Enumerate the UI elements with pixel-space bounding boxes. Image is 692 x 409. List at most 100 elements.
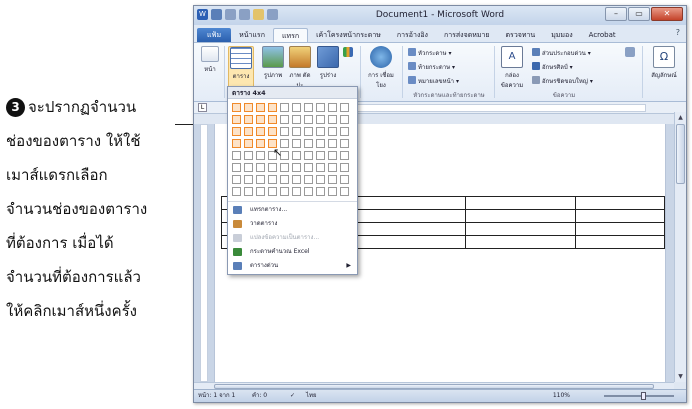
tab-page-layout[interactable]: เค้าโครงหน้ากระดาษ [308, 28, 389, 42]
grid-cell[interactable] [292, 115, 301, 124]
zoom-slider[interactable] [604, 395, 674, 397]
grid-cell[interactable] [268, 163, 277, 172]
textbox-button[interactable]: A กล่อง ข้อความ [498, 46, 526, 90]
grid-cell[interactable] [340, 127, 349, 136]
grid-cell[interactable] [244, 151, 253, 160]
quick-parts-button[interactable]: ส่วนประกอบด่วน ▾ [532, 48, 591, 58]
grid-cell[interactable] [244, 187, 253, 196]
grid-cell[interactable] [232, 187, 241, 196]
grid-cell[interactable] [316, 139, 325, 148]
zoom-knob[interactable] [641, 392, 646, 400]
grid-cell[interactable] [232, 127, 241, 136]
grid-cell[interactable] [340, 139, 349, 148]
close-button[interactable]: ✕ [651, 7, 683, 21]
table-cell[interactable] [575, 235, 665, 249]
grid-cell[interactable] [256, 103, 265, 112]
word-count[interactable]: คำ: 0 [252, 390, 267, 402]
scroll-down-icon[interactable]: ▼ [676, 372, 685, 381]
grid-cell[interactable] [316, 151, 325, 160]
grid-cell[interactable] [256, 139, 265, 148]
tab-file[interactable]: แฟ้ม [197, 28, 232, 42]
page-number-button[interactable]: หมายเลขหน้า ▾ [408, 76, 459, 86]
help-icon[interactable]: ? [676, 28, 680, 37]
grid-cell[interactable] [292, 103, 301, 112]
excel-spreadsheet-item[interactable]: กระดาษคำนวณ Excel [232, 246, 353, 258]
clipart-button[interactable]: ภาพ ตัดปะ [288, 46, 312, 90]
grid-cell[interactable] [244, 139, 253, 148]
grid-cell[interactable] [292, 127, 301, 136]
grid-cell[interactable] [304, 103, 313, 112]
grid-cell[interactable] [304, 139, 313, 148]
grid-cell[interactable] [340, 103, 349, 112]
footer-button[interactable]: ท้ายกระดาษ ▾ [408, 62, 455, 72]
grid-cell[interactable] [268, 127, 277, 136]
grid-cell[interactable] [328, 139, 337, 148]
grid-cell[interactable] [256, 175, 265, 184]
grid-cell[interactable] [328, 187, 337, 196]
grid-cell[interactable] [340, 175, 349, 184]
quick-tables-item[interactable]: ตารางด่วน ▶ [232, 260, 353, 272]
page-count[interactable]: หน้า: 1 จาก 1 [198, 390, 235, 402]
grid-cell[interactable] [292, 175, 301, 184]
grid-cell[interactable] [340, 115, 349, 124]
grid-cell[interactable] [268, 115, 277, 124]
grid-cell[interactable] [316, 175, 325, 184]
header-button[interactable]: หัวกระดาษ ▾ [408, 48, 452, 58]
tab-review[interactable]: ตรวจทาน [498, 28, 544, 42]
dropcap-button[interactable]: อักษรชิดขอบใหญ่ ▾ [532, 76, 593, 86]
grid-cell[interactable] [256, 115, 265, 124]
grid-cell[interactable] [316, 115, 325, 124]
grid-cell[interactable] [340, 151, 349, 160]
grid-cell[interactable] [316, 103, 325, 112]
grid-cell[interactable] [316, 127, 325, 136]
tab-references[interactable]: การอ้างอิง [389, 28, 436, 42]
tab-mailings[interactable]: การส่งจดหมาย [436, 28, 498, 42]
grid-cell[interactable] [304, 187, 313, 196]
grid-cell[interactable] [328, 175, 337, 184]
grid-cell[interactable] [244, 175, 253, 184]
grid-cell[interactable] [328, 163, 337, 172]
tab-selector[interactable]: L [198, 103, 207, 112]
symbols-button[interactable]: Ω สัญลักษณ์ [646, 46, 682, 80]
grid-cell[interactable] [304, 127, 313, 136]
grid-cell[interactable] [244, 163, 253, 172]
grid-cell[interactable] [328, 103, 337, 112]
grid-cell[interactable] [232, 175, 241, 184]
restore-button[interactable]: ▭ [628, 7, 650, 21]
chart-button[interactable] [342, 47, 354, 59]
shapes-button[interactable]: รูปร่าง [316, 46, 340, 80]
grid-cell[interactable] [304, 151, 313, 160]
grid-cell[interactable] [292, 139, 301, 148]
grid-cell[interactable] [232, 151, 241, 160]
grid-cell[interactable] [280, 127, 289, 136]
grid-cell[interactable] [328, 127, 337, 136]
grid-cell[interactable] [256, 163, 265, 172]
grid-cell[interactable] [256, 151, 265, 160]
picture-button[interactable]: รูปภาพ [260, 46, 286, 80]
wordart-button[interactable]: อักษรศิลป์ ▾ [532, 62, 573, 72]
table-cell[interactable] [464, 209, 577, 223]
table-cell[interactable] [464, 222, 577, 236]
grid-cell[interactable] [292, 187, 301, 196]
grid-cell[interactable] [244, 127, 253, 136]
grid-cell[interactable] [292, 151, 301, 160]
table-cell[interactable] [575, 209, 665, 223]
grid-cell[interactable] [340, 187, 349, 196]
grid-cell[interactable] [256, 127, 265, 136]
scroll-up-icon[interactable]: ▲ [676, 113, 685, 122]
grid-cell[interactable] [268, 175, 277, 184]
grid-cell[interactable] [232, 139, 241, 148]
language-indicator[interactable]: ไทย [306, 390, 317, 402]
signature-button[interactable] [624, 47, 636, 59]
grid-cell[interactable] [280, 163, 289, 172]
insert-table-item[interactable]: แทรกตาราง... [232, 204, 353, 216]
links-button[interactable]: การ เชื่อมโยง [364, 46, 398, 90]
grid-cell[interactable] [232, 163, 241, 172]
grid-cell[interactable] [292, 163, 301, 172]
grid-cell[interactable] [304, 163, 313, 172]
grid-cell[interactable] [244, 115, 253, 124]
grid-cell[interactable] [328, 151, 337, 160]
grid-cell[interactable] [280, 115, 289, 124]
grid-cell[interactable] [340, 163, 349, 172]
table-cell[interactable] [464, 196, 577, 210]
